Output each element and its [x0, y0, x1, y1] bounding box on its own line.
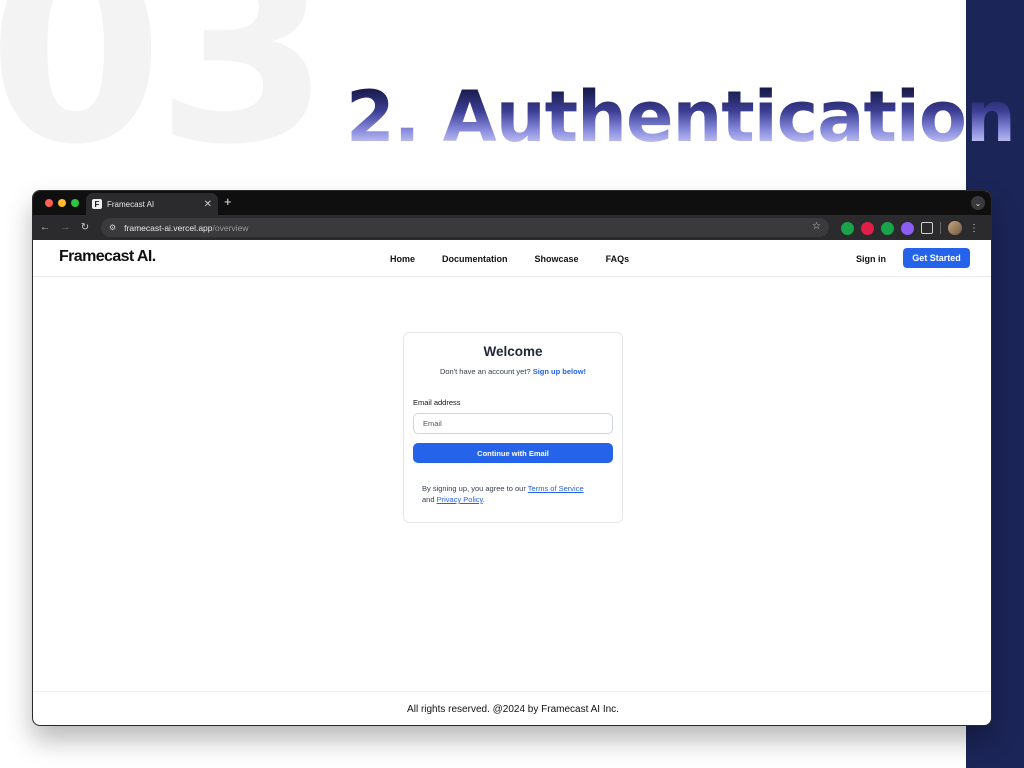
terms-and-text: and: [422, 495, 435, 504]
terms-of-service-link[interactable]: Terms of Service: [528, 484, 584, 493]
privacy-policy-link[interactable]: Privacy Policy: [437, 495, 483, 504]
favicon-icon: F: [92, 199, 102, 209]
extension-icon[interactable]: [861, 221, 874, 235]
browser-window: F Framecast AI ✕ + ⌄ ← → ↻ ⚙ framecast-a…: [32, 190, 992, 726]
tab-title: Framecast AI: [107, 199, 155, 209]
extension-icon[interactable]: [841, 221, 854, 235]
tab-bar: F Framecast AI ✕ + ⌄: [33, 191, 991, 215]
slide-title: 2. Authentication: [346, 76, 1016, 158]
url-host: framecast-ai.vercel.app: [124, 222, 213, 233]
nav-showcase[interactable]: Showcase: [535, 254, 579, 264]
browser-tab[interactable]: F Framecast AI ✕: [86, 193, 218, 215]
reload-icon[interactable]: ↻: [75, 222, 95, 233]
back-icon[interactable]: ←: [35, 222, 55, 233]
auth-title: Welcome: [483, 344, 543, 359]
site-logo[interactable]: Framecast AI.: [59, 248, 156, 266]
forward-icon[interactable]: →: [55, 222, 75, 233]
bookmark-star-icon[interactable]: ☆: [812, 221, 821, 232]
url-field[interactable]: ⚙ framecast-ai.vercel.app /overview ☆: [101, 218, 829, 237]
main-nav: Home Documentation Showcase FAQs: [390, 254, 656, 264]
extension-icon[interactable]: [881, 221, 894, 235]
puzzle-icon[interactable]: [921, 222, 933, 234]
maximize-window-button[interactable]: [71, 199, 79, 207]
auth-card: Welcome Don't have an account yet? Sign …: [403, 332, 623, 523]
nav-home[interactable]: Home: [390, 254, 415, 264]
auth-subtitle: Don't have an account yet? Sign up below…: [404, 367, 622, 376]
extension-icon[interactable]: [901, 221, 914, 235]
site-settings-icon[interactable]: ⚙: [109, 223, 116, 232]
toolbar-divider: [940, 222, 941, 234]
terms-period: .: [482, 495, 485, 504]
extensions-toolbar: ⋮: [841, 221, 979, 235]
terms-notice: By signing up, you agree to our Terms of…: [422, 483, 612, 505]
kebab-menu-icon[interactable]: ⋮: [969, 223, 979, 234]
footer-copyright: All rights reserved. @2024 by Framecast …: [407, 704, 619, 715]
email-label: Email address: [413, 398, 461, 407]
traffic-lights: [45, 199, 79, 207]
profile-avatar[interactable]: [948, 221, 962, 235]
sign-up-link[interactable]: Sign up below!: [533, 367, 586, 376]
terms-text: By signing up, you agree to our: [422, 484, 526, 493]
url-path: /overview: [212, 222, 249, 233]
address-bar: ← → ↻ ⚙ framecast-ai.vercel.app /overvie…: [33, 215, 991, 240]
email-input[interactable]: [413, 413, 613, 434]
sign-in-link[interactable]: Sign in: [856, 254, 886, 264]
continue-with-email-button[interactable]: Continue with Email: [413, 443, 613, 463]
close-tab-icon[interactable]: ✕: [204, 199, 212, 210]
slide-number: 03: [0, 0, 331, 200]
tab-search-icon[interactable]: ⌄: [971, 196, 985, 210]
new-tab-button[interactable]: +: [224, 195, 232, 209]
site-footer: All rights reserved. @2024 by Framecast …: [33, 691, 991, 725]
site-header: Framecast AI. Home Documentation Showcas…: [33, 240, 991, 277]
nav-documentation[interactable]: Documentation: [442, 254, 508, 264]
subtitle-text: Don't have an account yet?: [439, 367, 531, 376]
close-window-button[interactable]: [45, 199, 53, 207]
nav-faqs[interactable]: FAQs: [606, 254, 630, 264]
minimize-window-button[interactable]: [58, 199, 66, 207]
get-started-button[interactable]: Get Started: [903, 248, 970, 268]
